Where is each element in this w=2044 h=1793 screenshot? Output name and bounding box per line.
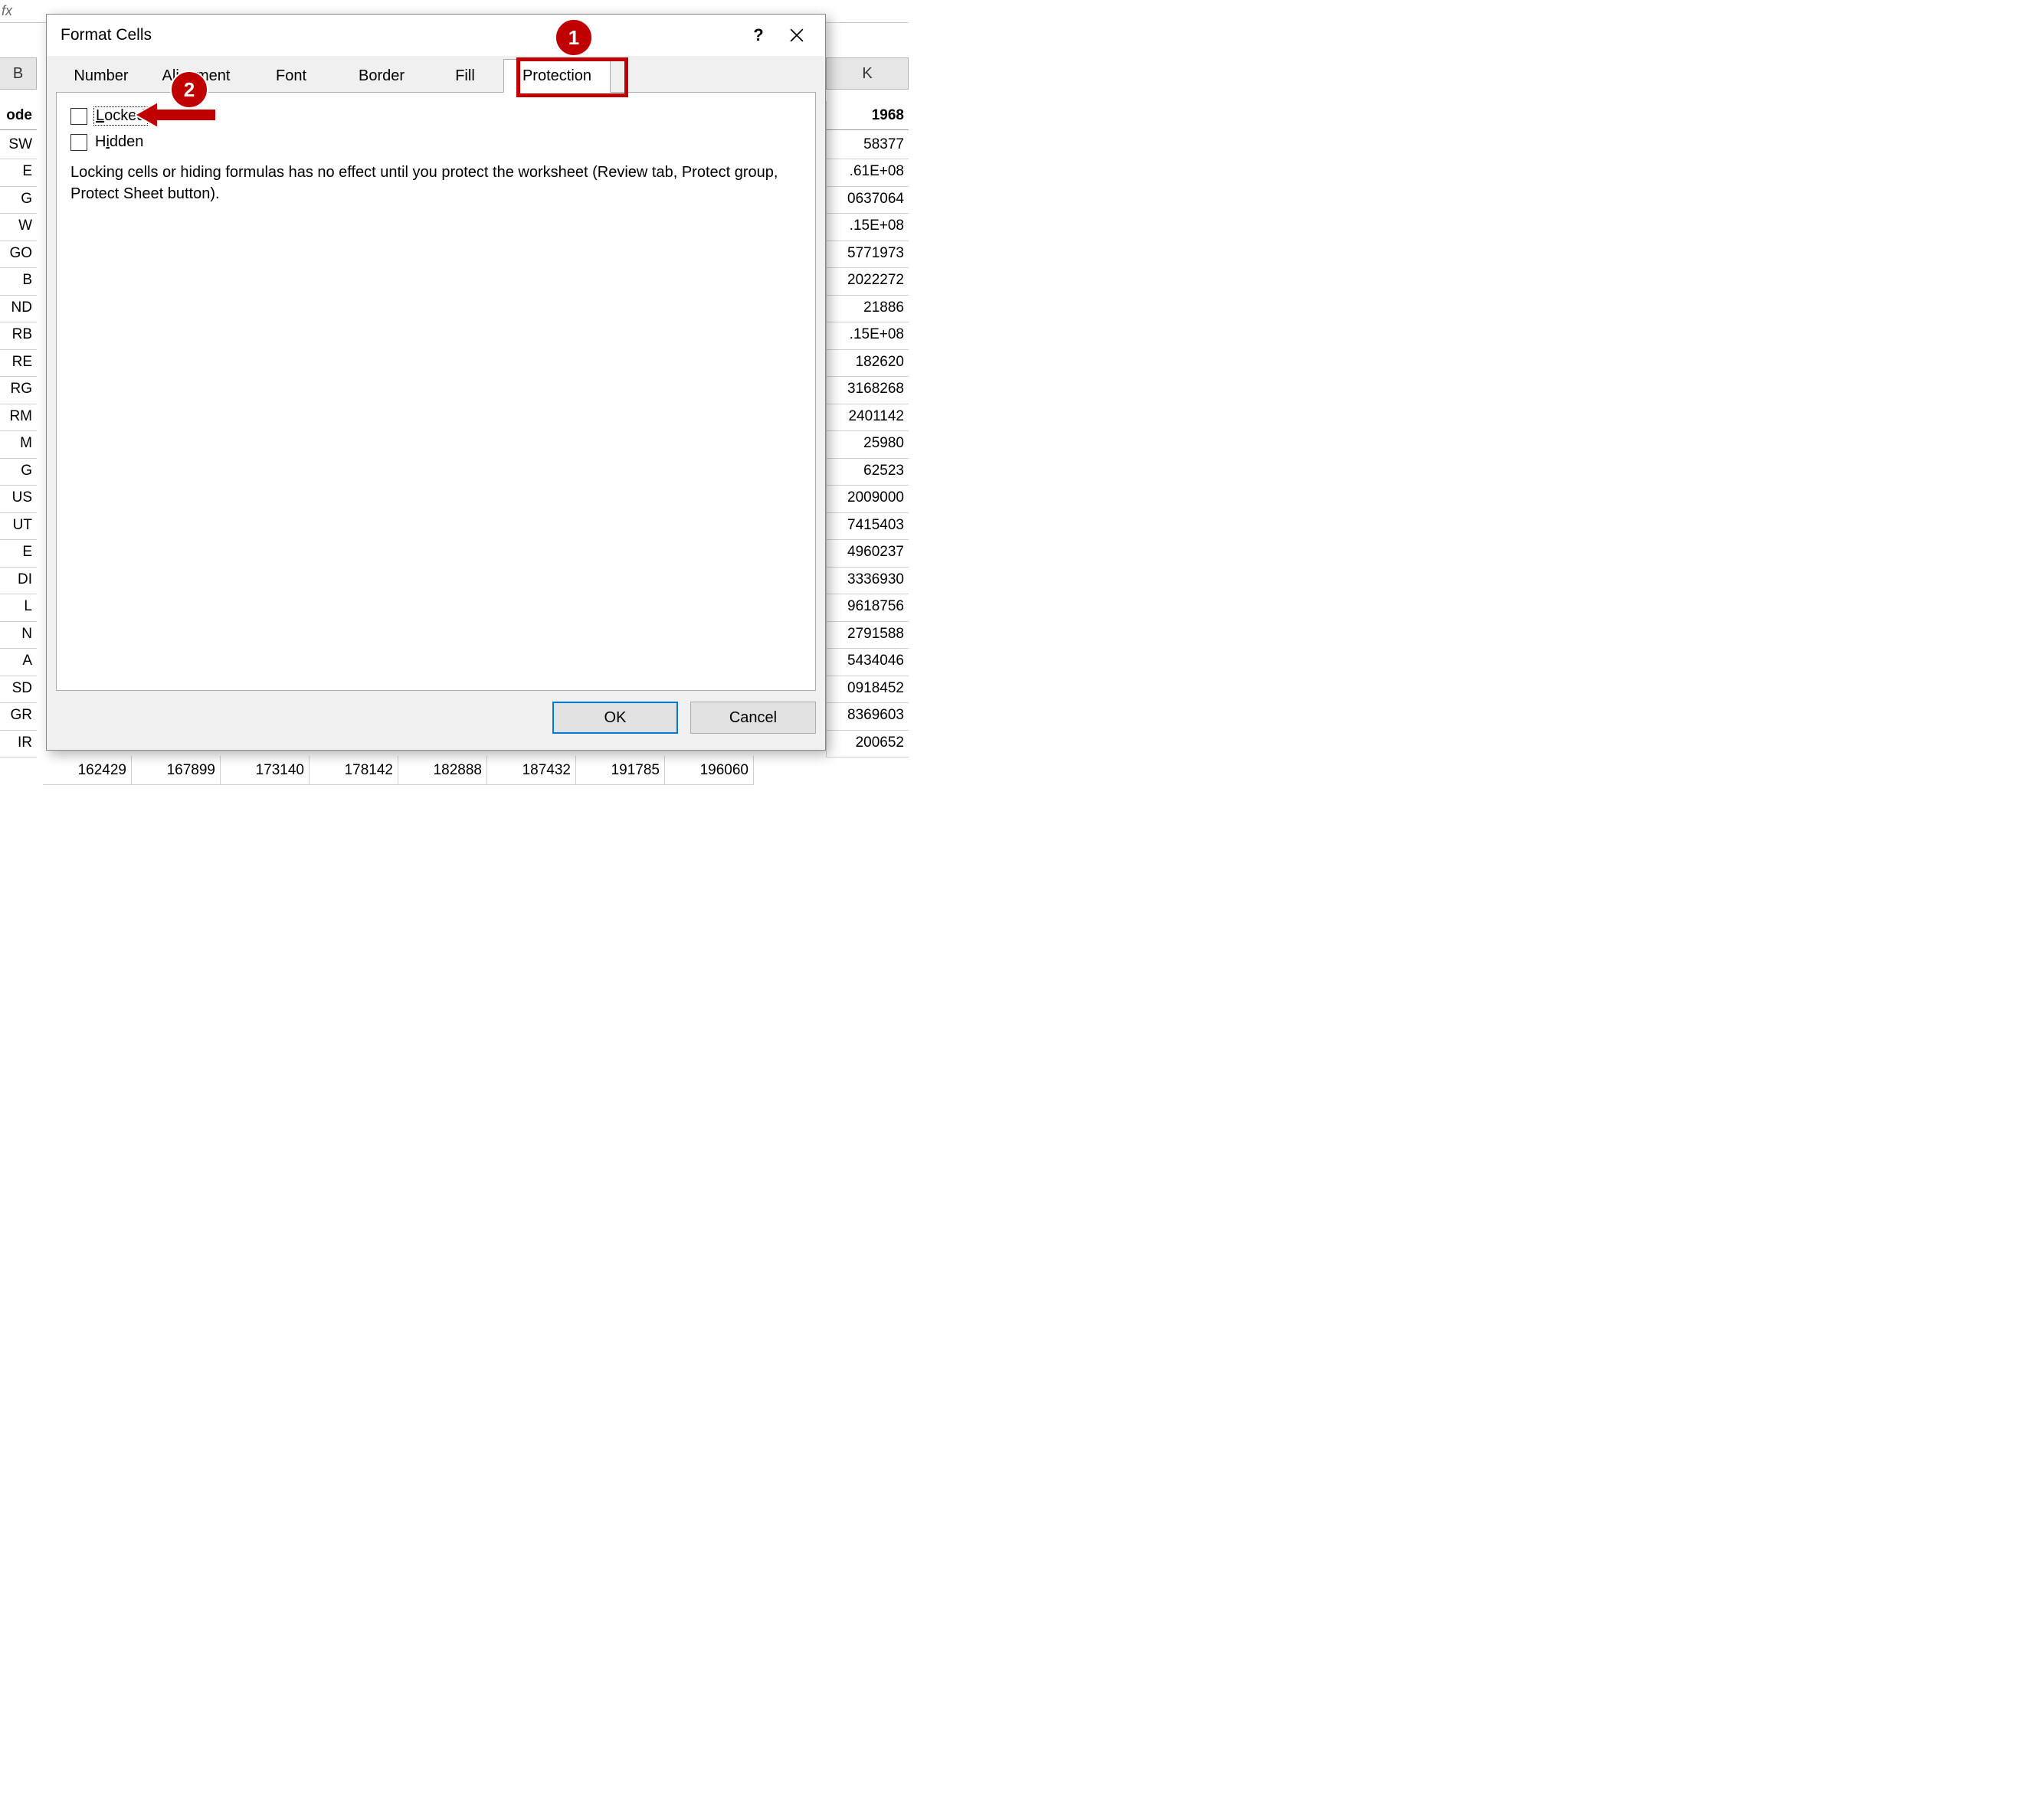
cell-left[interactable]: W [0, 212, 37, 241]
cell-left[interactable]: UT [0, 511, 37, 540]
cell-left[interactable]: IR [0, 728, 37, 757]
close-button[interactable] [778, 20, 816, 51]
cell-left[interactable]: RM [0, 402, 37, 431]
dialog-button-row: OK Cancel [56, 702, 816, 734]
cell-right[interactable]: .61E+08 [826, 158, 909, 187]
help-button[interactable]: ? [739, 20, 778, 51]
cell-right[interactable]: 58377 [826, 130, 909, 159]
cell-bottom[interactable]: 196060 [665, 756, 754, 785]
protection-description: Locking cells or hiding formulas has no … [70, 162, 801, 204]
cell-right[interactable]: 9618756 [826, 593, 909, 622]
cell-right[interactable]: 0918452 [826, 674, 909, 703]
column-header-b[interactable]: B [0, 57, 37, 90]
sheet-header-left: ode [0, 101, 37, 130]
cell-left[interactable]: B [0, 267, 37, 296]
cell-right[interactable]: 2791588 [826, 620, 909, 649]
cell-left[interactable]: GR [0, 702, 37, 731]
tab-fill[interactable]: Fill [427, 59, 503, 93]
cell-right[interactable]: 182620 [826, 348, 909, 377]
cell-left[interactable]: RG [0, 375, 37, 404]
cell-bottom[interactable]: 162429 [43, 756, 132, 785]
dialog-title: Format Cells [56, 26, 739, 44]
cell-left[interactable]: G [0, 185, 37, 214]
close-icon [790, 28, 804, 42]
cell-left[interactable]: E [0, 538, 37, 568]
cell-right[interactable]: 4960237 [826, 538, 909, 568]
tab-font[interactable]: Font [246, 59, 336, 93]
sheet-header-right: 1968 [826, 101, 909, 130]
cell-bottom[interactable]: 167899 [132, 756, 221, 785]
cell-left[interactable]: SW [0, 130, 37, 159]
cell-right[interactable]: 3168268 [826, 375, 909, 404]
dialog-titlebar: Format Cells ? [47, 15, 825, 56]
cell-right[interactable]: 62523 [826, 456, 909, 486]
cell-right[interactable]: 5771973 [826, 239, 909, 268]
cell-left[interactable]: RE [0, 348, 37, 377]
cell-left[interactable]: N [0, 620, 37, 649]
cell-right[interactable]: 8369603 [826, 702, 909, 731]
cell-left[interactable]: M [0, 430, 37, 459]
cell-bottom[interactable]: 178142 [310, 756, 398, 785]
locked-checkbox[interactable] [70, 108, 87, 125]
cell-bottom[interactable]: 191785 [576, 756, 665, 785]
cell-right[interactable]: 7415403 [826, 511, 909, 540]
cell-left[interactable]: L [0, 593, 37, 622]
cell-right[interactable]: .15E+08 [826, 212, 909, 241]
cell-right[interactable]: 5434046 [826, 647, 909, 676]
fx-label: fx [0, 0, 23, 23]
cell-right[interactable]: 3336930 [826, 565, 909, 594]
hidden-row: Hidden [70, 133, 801, 151]
dialog-body: Number Alignment Font Border Fill Protec… [47, 56, 825, 743]
cell-right[interactable]: 2401142 [826, 402, 909, 431]
cell-right[interactable]: 0637064 [826, 185, 909, 214]
cell-right[interactable]: 2009000 [826, 484, 909, 513]
cell-left[interactable]: E [0, 158, 37, 187]
cell-left[interactable]: ND [0, 293, 37, 322]
annotation-badge-2: 2 [170, 70, 208, 109]
cell-right[interactable]: 200652 [826, 728, 909, 757]
cell-bottom[interactable]: 173140 [221, 756, 310, 785]
column-header-k[interactable]: K [826, 57, 909, 90]
cell-left[interactable]: US [0, 484, 37, 513]
tab-content-protection: Locked Hidden Locking cells or hiding fo… [56, 92, 816, 691]
tab-border[interactable]: Border [336, 59, 427, 93]
tab-protection[interactable]: Protection [503, 59, 611, 93]
ok-button[interactable]: OK [552, 702, 678, 734]
cell-bottom[interactable]: 187432 [487, 756, 576, 785]
cell-right[interactable]: 2022272 [826, 267, 909, 296]
cell-left[interactable]: SD [0, 674, 37, 703]
cell-left[interactable]: GO [0, 239, 37, 268]
hidden-checkbox[interactable] [70, 134, 87, 151]
cell-right[interactable]: 21886 [826, 293, 909, 322]
cell-left[interactable]: DI [0, 565, 37, 594]
cell-left[interactable]: A [0, 647, 37, 676]
hidden-label: Hidden [93, 133, 145, 151]
cell-left[interactable]: G [0, 456, 37, 486]
tab-number[interactable]: Number [56, 59, 146, 93]
annotation-badge-1: 1 [555, 18, 593, 57]
cell-right[interactable]: 25980 [826, 430, 909, 459]
cancel-button[interactable]: Cancel [690, 702, 816, 734]
cell-right[interactable]: .15E+08 [826, 321, 909, 350]
cell-bottom[interactable]: 182888 [398, 756, 487, 785]
cell-left[interactable]: RB [0, 321, 37, 350]
